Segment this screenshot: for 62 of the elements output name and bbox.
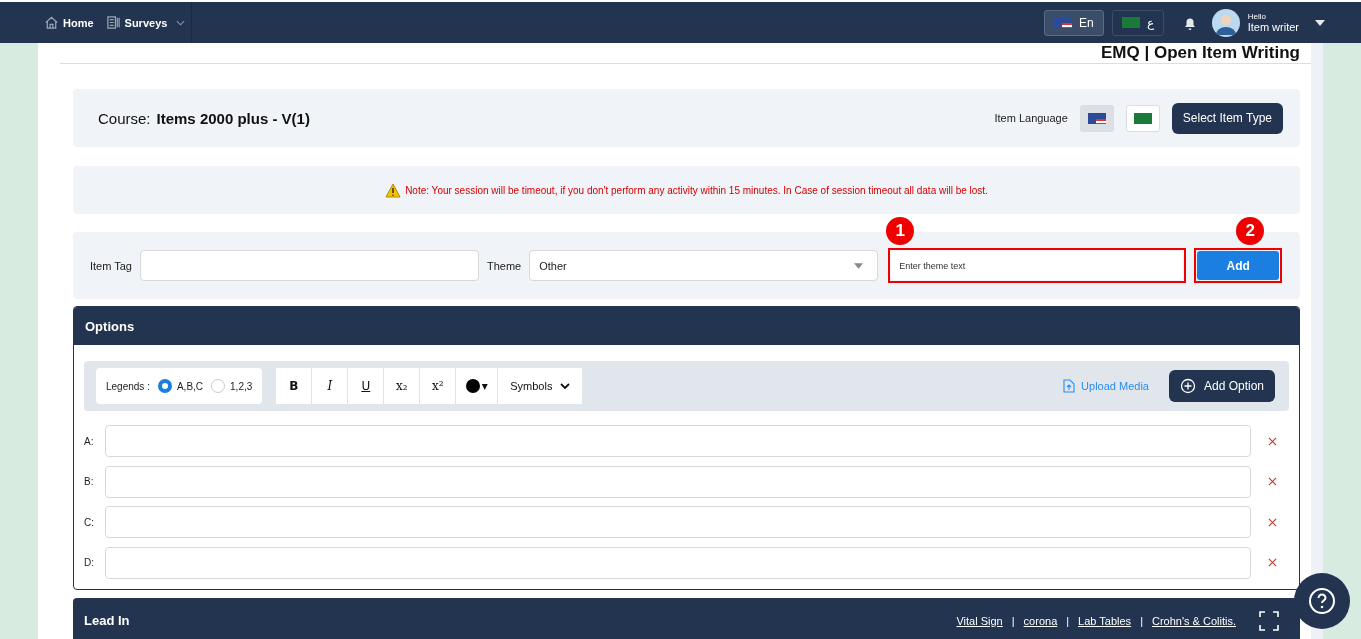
item-tag-field[interactable]	[140, 250, 479, 281]
saudi-flag-button[interactable]	[1125, 104, 1160, 132]
course-name: Items 2000 plus - V(1)	[156, 109, 310, 127]
warning-icon	[385, 182, 402, 198]
us-flag-icon	[1053, 17, 1072, 28]
close-icon[interactable]	[1268, 558, 1277, 568]
question-mark-icon	[1307, 586, 1337, 616]
separator: |	[1140, 614, 1143, 627]
item-tag-label: Item Tag	[90, 259, 132, 272]
saudi-flag-icon	[1121, 17, 1140, 28]
us-flag-button[interactable]	[1079, 104, 1114, 132]
callout-badge: 1	[886, 217, 915, 245]
theme-label: Theme	[487, 259, 522, 272]
language-button[interactable]: En	[1043, 9, 1104, 36]
panel-title: Lead In	[84, 613, 130, 628]
avatar[interactable]	[1211, 8, 1240, 37]
separator: |	[1011, 614, 1015, 627]
lead-in-link[interactable]: Vital Sign	[956, 614, 1003, 627]
close-icon[interactable]	[1268, 436, 1277, 446]
option-label: B:	[84, 476, 95, 488]
fullscreen-icon[interactable]	[1259, 610, 1279, 631]
nav-link[interactable]: Home	[38, 2, 100, 43]
add-button[interactable]: Add	[1197, 251, 1280, 280]
home-icon	[44, 15, 59, 30]
separator: |	[1066, 614, 1070, 627]
legends-label: Legends :	[106, 380, 150, 392]
lead-in-link[interactable]: Lab Tables	[1078, 614, 1132, 627]
item-language-label: Item Language	[994, 112, 1068, 124]
close-icon[interactable]	[1268, 517, 1277, 527]
greeting-text: Hello	[1247, 11, 1267, 21]
session-note: Note: Your session will be timeout, if you don't perform any activity within 15 minutes. In Case of session timeout all data will be lost.	[405, 184, 988, 196]
option-label: A:	[84, 435, 95, 447]
user-name: Item writer	[1247, 20, 1299, 34]
caret-icon[interactable]	[1315, 19, 1325, 26]
upload-file-icon	[1063, 379, 1076, 393]
option-field[interactable]	[105, 546, 1251, 579]
nav-link[interactable]: Surveys	[99, 2, 192, 43]
legend-radio[interactable]: 1,2,3	[211, 379, 253, 393]
theme-select[interactable]: Other	[529, 250, 879, 281]
theme-text-field[interactable]: Enter theme text	[891, 251, 1184, 280]
course-label: Course:	[98, 109, 151, 127]
option-field[interactable]	[105, 425, 1251, 458]
chevron-down-icon	[176, 19, 186, 26]
caret-icon	[854, 262, 864, 269]
option-label: C:	[84, 516, 95, 528]
lead-in-link[interactable]: corona	[1023, 614, 1058, 627]
page-title: EMQ | Open Item Writing	[1101, 43, 1300, 63]
option-field[interactable]	[105, 465, 1251, 498]
add-option-button[interactable]: Add Option	[1168, 370, 1275, 402]
lead-in-link[interactable]: Crohn's & Colitis.	[1152, 614, 1236, 627]
option-label: D:	[84, 557, 95, 569]
plus-circle-icon	[1179, 378, 1196, 394]
language-button[interactable]: ع	[1111, 9, 1164, 36]
option-field[interactable]	[105, 506, 1251, 539]
select-item-type-button[interactable]: Select Item Type	[1171, 102, 1283, 134]
format-button[interactable]: B	[276, 368, 313, 404]
callout-badge: 2	[1236, 217, 1265, 245]
book-icon	[105, 15, 121, 30]
legend-radio[interactable]: A,B,C	[157, 379, 204, 393]
chevron-down-icon	[560, 383, 571, 389]
panel-title: Options	[85, 318, 135, 334]
close-icon[interactable]	[1268, 477, 1277, 487]
